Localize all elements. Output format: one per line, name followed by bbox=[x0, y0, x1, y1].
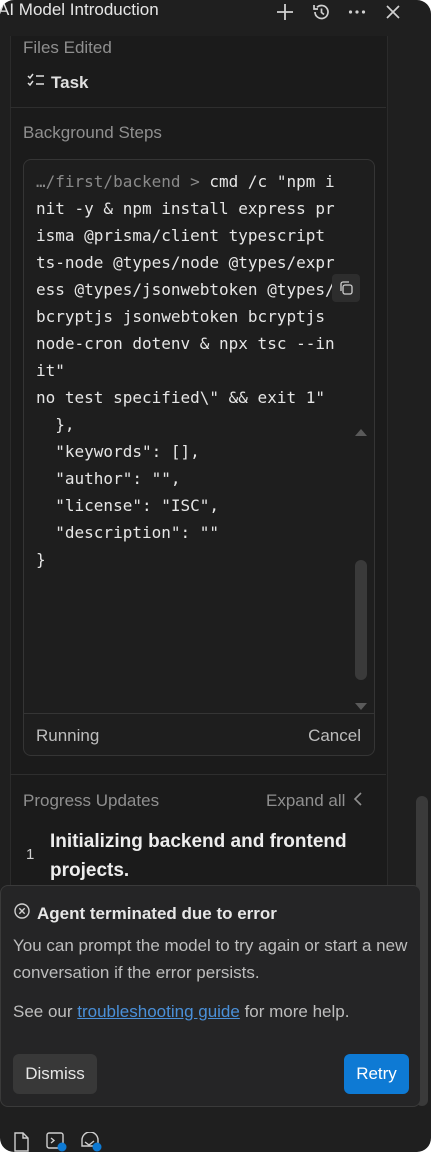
history-icon[interactable] bbox=[306, 0, 336, 24]
terminal-text: …/first/backend > cmd /c "npm init -y & … bbox=[36, 168, 336, 573]
progress-step-text: Initializing backend and frontend projec… bbox=[50, 831, 347, 881]
plus-icon[interactable] bbox=[270, 0, 300, 24]
error-dialog: Agent terminated due to error You can pr… bbox=[0, 885, 421, 1107]
terminal-output[interactable]: …/first/backend > cmd /c "npm init -y & … bbox=[23, 159, 375, 756]
progress-step-number: 1 bbox=[26, 846, 35, 863]
task-link[interactable]: Task bbox=[27, 72, 89, 93]
scroll-up-arrow[interactable] bbox=[354, 422, 368, 441]
checklist-icon bbox=[27, 72, 45, 93]
terminal-command: cmd /c "npm init -y & npm install expres… bbox=[36, 172, 335, 380]
dismiss-button[interactable]: Dismiss bbox=[13, 1054, 97, 1094]
background-steps-label: Background Steps bbox=[23, 123, 162, 142]
files-edited-label: Files Edited bbox=[23, 38, 112, 57]
error-help-suffix: for more help. bbox=[239, 1002, 350, 1021]
expand-all-label: Expand all bbox=[266, 791, 346, 810]
title-bar: AI Model Introduction bbox=[0, 0, 431, 36]
cancel-button[interactable]: Cancel bbox=[308, 726, 361, 746]
bottom-status-bar bbox=[0, 1126, 431, 1152]
terminal-output-text: no test specified\" && exit 1" }, "keywo… bbox=[36, 388, 325, 569]
terminal-icon[interactable] bbox=[46, 1132, 68, 1152]
progress-updates-label: Progress Updates bbox=[23, 791, 160, 810]
troubleshooting-guide-link[interactable]: troubleshooting guide bbox=[77, 1002, 240, 1021]
close-icon[interactable] bbox=[378, 0, 408, 24]
error-help: See our troubleshooting guide for more h… bbox=[13, 998, 349, 1025]
more-icon[interactable] bbox=[342, 0, 372, 24]
terminal-prompt: …/first/backend > bbox=[36, 172, 210, 191]
copy-button[interactable] bbox=[332, 274, 360, 302]
browser-icon[interactable] bbox=[80, 1131, 102, 1152]
chevron-left-icon bbox=[353, 791, 363, 811]
section-divider bbox=[10, 107, 386, 108]
agent-panel-window: AI Model Introduction Files Edited Task … bbox=[0, 0, 431, 1152]
terminal-scrollbar-thumb[interactable] bbox=[355, 560, 367, 680]
file-icon[interactable] bbox=[12, 1132, 34, 1152]
expand-all-button[interactable]: Expand all bbox=[266, 791, 363, 811]
error-help-prefix: See our bbox=[13, 1002, 78, 1021]
running-status: Running bbox=[36, 726, 100, 745]
retry-button[interactable]: Retry bbox=[344, 1054, 409, 1094]
error-title-row: Agent terminated due to error bbox=[13, 902, 277, 925]
window-title: AI Model Introduction bbox=[0, 0, 159, 19]
terminal-footer: Running Cancel bbox=[24, 713, 374, 755]
error-title: Agent terminated due to error bbox=[37, 903, 277, 923]
error-circle-icon bbox=[13, 902, 31, 925]
task-label: Task bbox=[51, 72, 89, 92]
copy-icon bbox=[340, 281, 353, 295]
error-message: You can prompt the model to try again or… bbox=[13, 936, 408, 982]
section-divider bbox=[10, 774, 386, 775]
